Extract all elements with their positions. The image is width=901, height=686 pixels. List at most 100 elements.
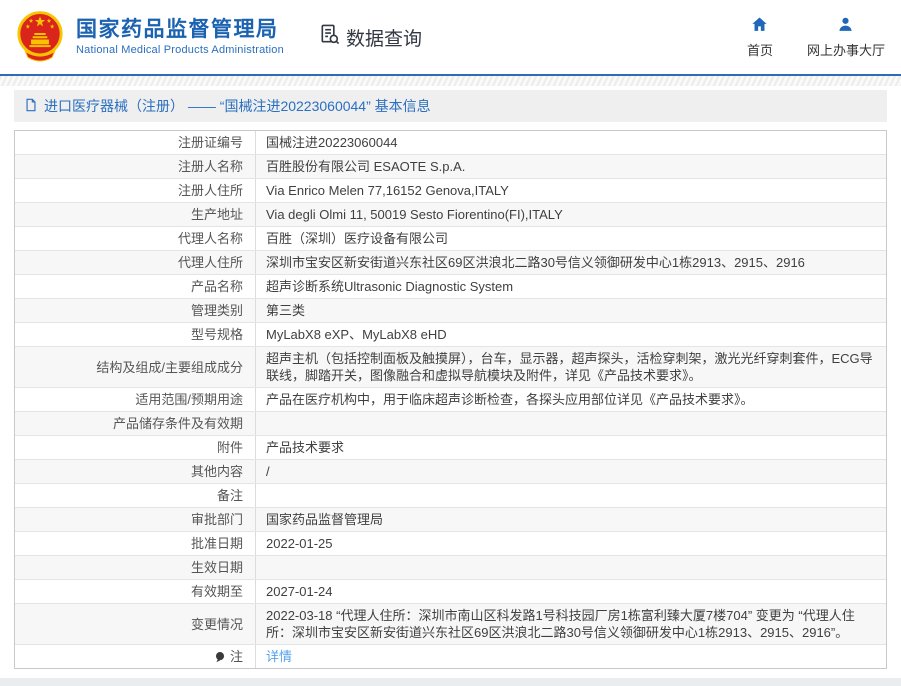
data-query-tab[interactable]: 数据查询 (318, 23, 422, 52)
row-value-text: 百胜（深圳）医疗设备有限公司 (266, 230, 448, 247)
table-row: 注册证编号 国械注进20223060044 (15, 131, 886, 155)
row-label-text: 批准日期 (191, 535, 243, 552)
breadcrumb-text: 进口医疗器械（注册） —— “国械注进20223060044” 基本信息 (44, 96, 431, 116)
table-row: 生产地址 Via degli Olmi 11, 50019 Sesto Fiore… (15, 203, 886, 227)
table-row: 变更情况 2022-03-18 “代理人住所：深圳市南山区科发路1号科技园厂房1栋… (15, 604, 886, 645)
row-value-text: 第三类 (266, 302, 305, 319)
row-value (255, 484, 886, 507)
row-value: Via Enrico Melen 77,16152 Genova,ITALY (255, 179, 886, 202)
row-label-text: 注册人住所 (178, 182, 243, 199)
top-nav: 首页 网上办事大厅 (747, 15, 885, 59)
row-value-text: 国械注进20223060044 (266, 134, 398, 151)
row-value: 百胜（深圳）医疗设备有限公司 (255, 227, 886, 250)
row-value-text: 2027-01-24 (266, 583, 333, 600)
table-row: 代理人住所深圳市宝安区新安街道兴东社区69区洪浪北二路30号信义领御研发中心1栋… (15, 251, 886, 275)
row-value-text: 产品技术要求 (266, 439, 344, 456)
row-label-text: 注册证编号 (178, 134, 243, 151)
row-label: 型号规格 (15, 323, 255, 346)
nav-home[interactable]: 首页 (747, 15, 773, 59)
user-icon (836, 15, 855, 37)
site-title-cn: 国家药品监督管理局 (76, 18, 284, 42)
row-value-text: 超声诊断系统Ultrasonic Diagnostic System (266, 278, 513, 295)
page: 国家药品监督管理局 National Medical Products Admi… (0, 0, 901, 686)
row-value: 2022-03-18 “代理人住所：深圳市南山区科发路1号科技园厂房1栋富利臻大… (255, 604, 886, 644)
national-emblem-logo (14, 9, 66, 65)
registration-detail-table: 注册证编号 国械注进20223060044 注册人名称百胜股份有限公司 ESAOTE… (14, 130, 887, 669)
row-value: 超声诊断系统Ultrasonic Diagnostic System (255, 275, 886, 298)
row-label: 产品储存条件及有效期 (15, 412, 255, 435)
row-value: MyLabX8 eXP、MyLabX8 eHD (255, 323, 886, 346)
row-label-text: 备注 (217, 487, 243, 504)
nav-home-label: 首页 (747, 40, 773, 59)
row-label-text: 生产地址 (191, 206, 243, 223)
table-row: 型号规格 MyLabX8 eXP、MyLabX8 eHD (15, 323, 886, 347)
row-value (255, 412, 886, 435)
table-row: 代理人名称 百胜（深圳）医疗设备有限公司 (15, 227, 886, 251)
table-row: 注册人名称百胜股份有限公司 ESAOTE S.p.A. (15, 155, 886, 179)
row-value: Via degli Olmi 11, 50019 Sesto Fiorentin… (255, 203, 886, 226)
row-label: 生产地址 (15, 203, 255, 226)
table-row: 备注 (15, 484, 886, 508)
row-value: 百胜股份有限公司 ESAOTE S.p.A. (255, 155, 886, 178)
row-value: 2022-01-25 (255, 532, 886, 555)
table-row: 生效日期 (15, 556, 886, 580)
row-value: / (255, 460, 886, 483)
row-value-text: 产品在医疗机构中，用于临床超声诊断检查，各探头应用部位详见《产品技术要求》。 (266, 391, 754, 408)
row-value (255, 556, 886, 579)
row-value: 国械注进20223060044 (255, 131, 886, 154)
row-label: 产品名称 (15, 275, 255, 298)
row-label-text: 结构及组成/主要组成成分 (96, 359, 243, 376)
row-label-text: 注 (230, 648, 243, 665)
row-label: 附件 (15, 436, 255, 459)
data-query-icon (318, 23, 341, 52)
nav-service-hall[interactable]: 网上办事大厅 (807, 15, 885, 59)
row-value: 国家药品监督管理局 (255, 508, 886, 531)
main-content: 进口医疗器械（注册） —— “国械注进20223060044” 基本信息 注册证… (0, 90, 901, 669)
note-balloon-icon (214, 651, 226, 663)
header-stripe (0, 76, 901, 86)
site-header: 国家药品监督管理局 National Medical Products Admi… (0, 0, 901, 76)
row-label: 注册人名称 (15, 155, 255, 178)
row-label-text: 产品名称 (191, 278, 243, 295)
row-value-text: 深圳市宝安区新安街道兴东社区69区洪浪北二路30号信义领御研发中心1栋2913、… (266, 254, 805, 271)
row-label: 注册证编号 (15, 131, 255, 154)
row-label: 结构及组成/主要组成成分 (15, 347, 255, 387)
row-value-text: / (266, 463, 270, 480)
table-row: 注册人住所 Via Enrico Melen 77,16152 Genova,IT… (15, 179, 886, 203)
table-row: 有效期至 2027-01-24 (15, 580, 886, 604)
row-value: 产品在医疗机构中，用于临床超声诊断检查，各探头应用部位详见《产品技术要求》。 (255, 388, 886, 411)
detail-link[interactable]: 详情 (266, 648, 292, 665)
page-footer-strip (0, 678, 901, 686)
row-label: 其他内容 (15, 460, 255, 483)
row-value-text: 2022-03-18 “代理人住所：深圳市南山区科发路1号科技园厂房1栋富利臻大… (266, 607, 876, 641)
table-row: 批准日期 2022-01-25 (15, 532, 886, 556)
document-icon (24, 98, 38, 115)
row-label-text: 附件 (217, 439, 243, 456)
table-row: 其他内容 / (15, 460, 886, 484)
row-label-text: 注册人名称 (178, 158, 243, 175)
table-row: 适用范围/预期用途产品在医疗机构中，用于临床超声诊断检查，各探头应用部位详见《产… (15, 388, 886, 412)
row-label: 注册人住所 (15, 179, 255, 202)
row-label-text: 型号规格 (191, 326, 243, 343)
row-value: 第三类 (255, 299, 886, 322)
table-row: 注 详情 (15, 645, 886, 668)
row-value: 详情 (255, 645, 886, 668)
row-label: 有效期至 (15, 580, 255, 603)
home-icon (750, 15, 769, 37)
table-row: 结构及组成/主要组成成分超声主机（包括控制面板及触摸屏），台车，显示器，超声探头… (15, 347, 886, 388)
site-title-en: National Medical Products Administration (76, 44, 284, 56)
row-label-text: 有效期至 (191, 583, 243, 600)
row-value-text: MyLabX8 eXP、MyLabX8 eHD (266, 326, 447, 343)
breadcrumb: 进口医疗器械（注册） —— “国械注进20223060044” 基本信息 (14, 90, 887, 122)
row-label: 变更情况 (15, 604, 255, 644)
table-row: 管理类别第三类 (15, 299, 886, 323)
row-label: 备注 (15, 484, 255, 507)
row-label: 批准日期 (15, 532, 255, 555)
row-value: 产品技术要求 (255, 436, 886, 459)
row-label-text: 代理人名称 (178, 230, 243, 247)
row-label-text: 产品储存条件及有效期 (113, 415, 243, 432)
row-value: 超声主机（包括控制面板及触摸屏），台车，显示器，超声探头，活检穿刺架，激光光纤穿… (255, 347, 886, 387)
row-label: 生效日期 (15, 556, 255, 579)
data-query-label: 数据查询 (346, 24, 422, 51)
brand-text: 国家药品监督管理局 National Medical Products Admi… (76, 18, 284, 56)
